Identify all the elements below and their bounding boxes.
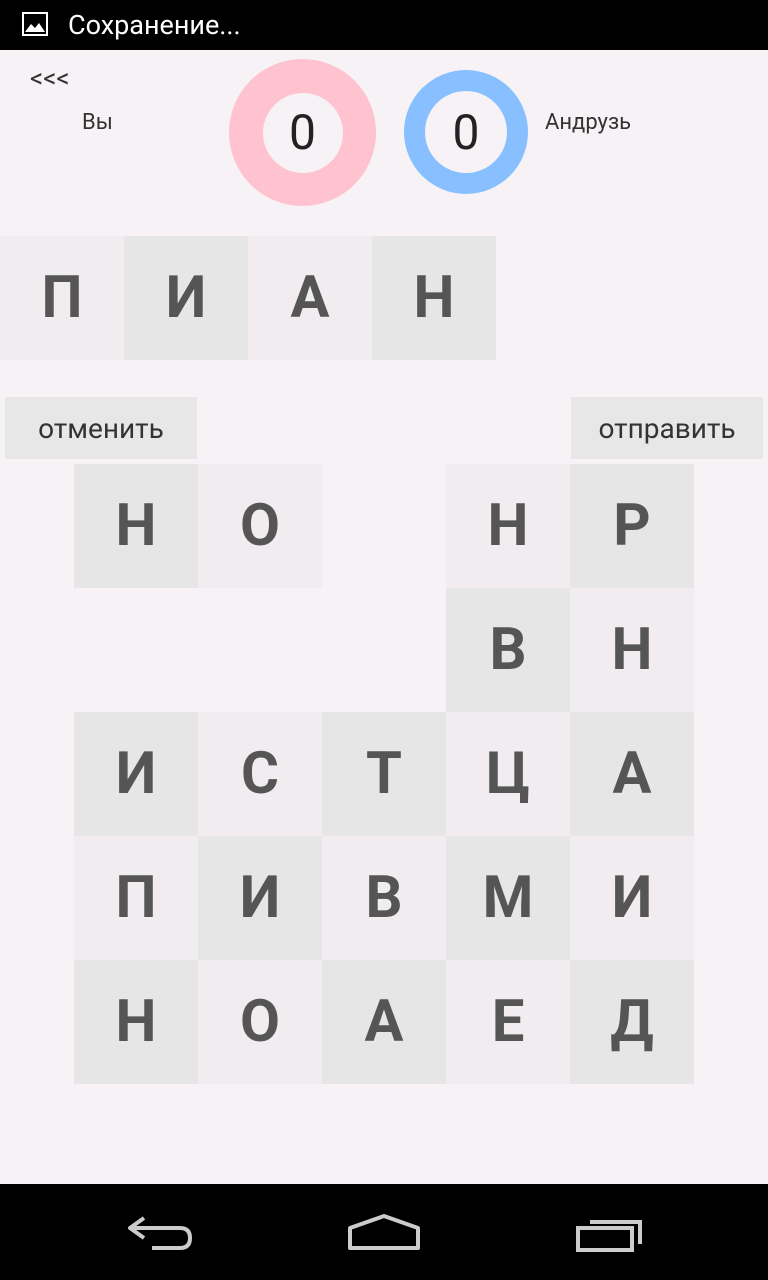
- board-tile[interactable]: И: [74, 712, 198, 836]
- board-tile[interactable]: О: [198, 464, 322, 588]
- board-tile[interactable]: Н: [74, 960, 198, 1084]
- word-tile[interactable]: Н: [372, 236, 496, 360]
- board-tile[interactable]: Е: [446, 960, 570, 1084]
- board-tile[interactable]: Д: [570, 960, 694, 1084]
- recent-apps-icon[interactable]: [574, 1214, 646, 1254]
- board-tile[interactable]: И: [198, 836, 322, 960]
- image-icon: [22, 12, 48, 36]
- board-tile[interactable]: Н: [570, 588, 694, 712]
- board-tile[interactable]: В: [322, 836, 446, 960]
- opponent-score: 0: [425, 91, 507, 173]
- status-bar: Сохранение...: [0, 0, 768, 50]
- board-tile[interactable]: В: [446, 588, 570, 712]
- player-score-ring: 0: [229, 59, 376, 206]
- word-tile[interactable]: П: [0, 236, 124, 360]
- home-icon[interactable]: [346, 1212, 422, 1254]
- navigation-bar: [0, 1184, 768, 1280]
- board-tile[interactable]: Н: [74, 464, 198, 588]
- opponent-score-ring: 0: [404, 70, 528, 194]
- board-tile[interactable]: О: [198, 960, 322, 1084]
- player-score: 0: [262, 92, 343, 173]
- cancel-button[interactable]: отменить: [5, 397, 197, 459]
- player-name: Вы: [82, 110, 113, 135]
- board-tile[interactable]: Р: [570, 464, 694, 588]
- send-button[interactable]: отправить: [571, 397, 763, 459]
- board-tile[interactable]: А: [322, 960, 446, 1084]
- board-tile[interactable]: Т: [322, 712, 446, 836]
- board-tile[interactable]: Ц: [446, 712, 570, 836]
- board-tile[interactable]: С: [198, 712, 322, 836]
- back-button[interactable]: <<<: [30, 64, 70, 94]
- opponent-name: Андрузь: [545, 110, 632, 135]
- board-tile[interactable]: П: [74, 836, 198, 960]
- word-tile[interactable]: И: [124, 236, 248, 360]
- word-tile[interactable]: А: [248, 236, 372, 360]
- back-icon[interactable]: [124, 1212, 196, 1252]
- status-title: Сохранение...: [68, 9, 241, 41]
- board-tile[interactable]: А: [570, 712, 694, 836]
- board-tile[interactable]: М: [446, 836, 570, 960]
- board-tile[interactable]: Н: [446, 464, 570, 588]
- board-tile[interactable]: И: [570, 836, 694, 960]
